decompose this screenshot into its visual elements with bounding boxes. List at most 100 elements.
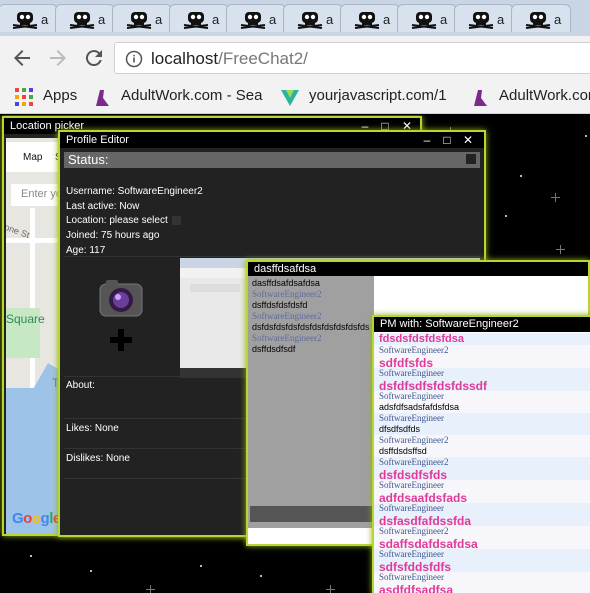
dislikes-label: Dislikes: None <box>66 453 130 464</box>
skull-favicon-icon <box>411 12 437 29</box>
about-label: About: <box>66 380 95 391</box>
maximize-button[interactable]: □ <box>440 133 454 147</box>
status-field[interactable]: Status: <box>64 152 480 168</box>
private-message-window[interactable]: PM with: SoftwareEngineer2 fdsdsfdsfdsfd… <box>372 315 590 593</box>
profile-editor-titlebar[interactable]: Profile Editor – □ ✕ <box>60 132 484 148</box>
pm-message-username[interactable]: SoftwareEngineer <box>379 549 444 559</box>
divider <box>64 256 480 257</box>
pm-message-username[interactable]: SoftwareEngineer <box>379 503 444 513</box>
pm-message-username[interactable]: SoftwareEngineer2 <box>379 345 448 355</box>
tab-title: a <box>326 12 334 27</box>
browser-tab[interactable]: a <box>112 4 172 32</box>
pm-message-text: dfsdfsdfds <box>379 424 421 434</box>
skull-favicon-icon <box>183 12 209 29</box>
pm-message: SoftwareEngineer dfsdfsdfds <box>374 413 590 435</box>
tab-title: a <box>497 12 505 27</box>
pm-message-username[interactable]: SoftwareEngineer <box>379 572 444 582</box>
pm-message-username[interactable]: SoftwareEngineer2 <box>379 526 448 536</box>
pm-message: SoftwareEngineer adfdsaafdsfads <box>374 480 590 505</box>
star-decoration <box>260 575 262 577</box>
tab-title: a <box>440 12 448 27</box>
tab-title: a <box>383 12 391 27</box>
chat-message-text: dsffdsdfsdf <box>252 344 296 354</box>
tab-title: a <box>41 12 49 27</box>
chat-message-username[interactable]: SoftwareEngineer2 <box>252 311 321 321</box>
pm-message: fdsdsfdsfdsfdsa <box>374 333 590 345</box>
pm-titlebar[interactable]: PM with: SoftwareEngineer2 <box>374 317 590 332</box>
pm-message-username[interactable]: SoftwareEngineer <box>379 480 444 490</box>
pm-message-username[interactable]: SoftwareEngineer2 <box>379 457 448 467</box>
pm-message: SoftwareEngineer sdfsfddsfdfs <box>374 549 590 574</box>
tab-strip: aaaaaaaaaa <box>0 0 590 36</box>
map-road <box>6 238 66 243</box>
browser-tab[interactable]: a <box>0 4 58 32</box>
joined-label: Joined: 75 hours ago <box>66 230 160 241</box>
pm-message-text: adsfdfsadsfafdsfdsa <box>379 402 460 412</box>
last-active-label: Last active: Now <box>66 201 140 212</box>
edit-status-icon[interactable] <box>466 154 476 164</box>
pm-message-username[interactable]: SoftwareEngineer2 <box>379 435 448 445</box>
forward-icon[interactable] <box>46 46 70 70</box>
pm-message-text: dsffdsdsffsd <box>379 446 427 456</box>
pm-message-username[interactable]: SoftwareEngineer <box>379 368 444 378</box>
add-photo-icon[interactable] <box>109 328 133 352</box>
skull-favicon-icon <box>354 12 380 29</box>
chat-room-titlebar[interactable]: dasffdsafdsa <box>248 262 588 276</box>
browser-tab[interactable]: a <box>55 4 115 32</box>
skull-favicon-icon <box>240 12 266 29</box>
star-decoration <box>520 175 522 177</box>
star-decoration <box>326 585 335 593</box>
username-label: Username: SoftwareEngineer2 <box>66 186 203 197</box>
chat-message-username[interactable]: SoftwareEngineer2 <box>252 289 321 299</box>
star-decoration <box>556 245 565 254</box>
map-tab-map[interactable]: Map <box>23 152 42 163</box>
info-icon[interactable] <box>125 50 143 68</box>
pm-message: SoftwareEngineer dsfdfsdfsfdsfdssdf <box>374 368 590 393</box>
browser-tab[interactable]: a <box>169 4 229 32</box>
star-decoration <box>90 570 92 572</box>
minimize-button[interactable]: – <box>420 133 434 147</box>
url-text: localhost/FreeChat2/ <box>151 49 308 68</box>
tab-title: a <box>554 12 562 27</box>
browser-tab[interactable]: a <box>454 4 514 32</box>
chat-message-username[interactable]: SoftwareEngineer2 <box>252 333 321 343</box>
edit-location-icon[interactable] <box>171 215 181 225</box>
chat-input[interactable] <box>250 506 372 522</box>
map-road <box>30 208 35 388</box>
adultwork-icon <box>474 90 487 106</box>
pm-message-username[interactable]: SoftwareEngineer <box>379 391 444 401</box>
adultwork-icon <box>96 90 109 106</box>
pm-message-text: asdfdfsadfsa <box>379 583 454 593</box>
yourjavascript-icon <box>281 90 299 106</box>
tab-title: a <box>212 12 220 27</box>
chat-message-list[interactable]: dasffdsafdsafdsa SoftwareEngineer2 dsffdsf… <box>248 276 374 528</box>
pm-message-text: fdsdsfdsfdsfdsa <box>379 333 464 345</box>
reload-icon[interactable] <box>82 46 106 70</box>
page-viewport: Location picker Map S Enter yo one St Sq… <box>0 115 590 593</box>
star-decoration <box>30 555 32 557</box>
google-logo: Google <box>12 510 61 527</box>
tab-title: a <box>269 12 277 27</box>
skull-favicon-icon <box>12 12 38 29</box>
browser-tab[interactable]: a <box>283 4 343 32</box>
pm-message: SoftwareEngineer adsfdfsadsfafdsfdsa <box>374 391 590 413</box>
address-bar[interactable]: localhost/FreeChat2/ <box>114 42 590 74</box>
skull-favicon-icon <box>69 12 95 29</box>
camera-icon[interactable] <box>98 278 144 318</box>
chat-message-text: dsfdsfdsfdsfdsfdsfdsfdsfdsfds <box>252 322 370 332</box>
browser-tab[interactable]: a <box>340 4 400 32</box>
tab-title: a <box>98 12 106 27</box>
chat-message-text: dsffdsfdsfdsfd <box>252 300 308 310</box>
browser-tab[interactable]: a <box>226 4 286 32</box>
skull-favicon-icon <box>126 12 152 29</box>
close-button[interactable]: ✕ <box>461 133 475 147</box>
browser-tab[interactable]: a <box>397 4 457 32</box>
pm-message: SoftwareEngineer asdfdfsadfsa <box>374 572 590 593</box>
map-view[interactable]: Map S Enter yo one St Square Th Google <box>6 138 66 534</box>
location-row: Location: please select <box>66 215 181 226</box>
pm-message-username[interactable]: SoftwareEngineer <box>379 413 444 423</box>
browser-tab[interactable]: a <box>511 4 571 32</box>
back-icon[interactable] <box>10 46 34 70</box>
pm-message: SoftwareEngineer dsfasdfafdssfda <box>374 503 590 528</box>
apps-grid-icon <box>15 88 33 106</box>
